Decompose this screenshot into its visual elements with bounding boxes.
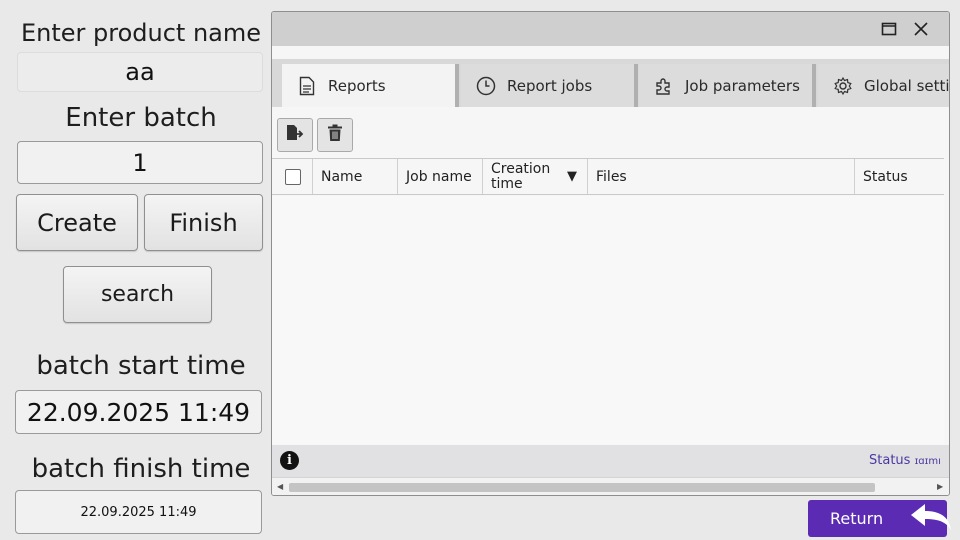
puzzle-icon — [653, 75, 675, 97]
reports-table-header: Name Job name Creation time ▼ Files Stat… — [272, 158, 944, 195]
tab-report-jobs-label: Report jobs — [507, 76, 593, 95]
create-button[interactable]: Create — [16, 194, 138, 251]
batch-finish-time-field[interactable]: 22.09.2025 11:49 — [15, 490, 262, 534]
batch-finish-time-label: batch finish time — [31, 454, 251, 484]
tab-bar: Reports Report jobs Job parameters Globa… — [272, 59, 949, 107]
tab-report-jobs[interactable]: Report jobs — [461, 64, 638, 107]
column-name[interactable]: Name — [313, 159, 398, 194]
status-text: Status ɪɑɪmı — [869, 453, 941, 468]
status-bar: i Status ɪɑɪmı — [272, 445, 949, 477]
column-files[interactable]: Files — [588, 159, 855, 194]
batch-field[interactable]: 1 — [17, 141, 263, 184]
horizontal-scrollbar[interactable]: ◀ ▶ — [272, 477, 949, 495]
scrollbar-thumb[interactable] — [289, 483, 875, 492]
finish-button[interactable]: Finish — [144, 194, 263, 251]
column-creation-time-label: Creation time — [491, 160, 551, 192]
product-name-field[interactable]: aa — [17, 52, 263, 92]
window-titlebar — [272, 12, 949, 46]
product-name-label: Enter product name — [20, 19, 262, 47]
clock-icon — [475, 75, 497, 97]
tab-reports-label: Reports — [328, 76, 386, 95]
trash-icon — [327, 124, 343, 146]
search-button[interactable]: search — [63, 266, 212, 323]
scroll-left-icon[interactable]: ◀ — [277, 482, 283, 491]
info-icon[interactable]: i — [280, 451, 299, 470]
column-job-name[interactable]: Job name — [398, 159, 483, 194]
tab-job-parameters[interactable]: Job parameters — [639, 64, 816, 107]
batch-start-time-field[interactable]: 22.09.2025 11:49 — [15, 390, 262, 434]
tab-global-settings[interactable]: Global setti — [818, 64, 950, 107]
column-status[interactable]: Status — [855, 159, 944, 194]
return-arrow-icon — [909, 502, 953, 536]
reports-table-body — [272, 196, 944, 444]
export-report-button[interactable] — [277, 118, 313, 152]
sort-descending-icon: ▼ — [567, 169, 577, 184]
delete-button[interactable] — [317, 118, 353, 152]
batch-label: Enter batch — [65, 103, 217, 133]
tab-global-settings-label: Global setti — [864, 76, 950, 95]
status-value: ɪɑɪmı — [914, 456, 941, 467]
return-button[interactable]: Return — [808, 500, 952, 537]
column-creation-time[interactable]: Creation time ▼ — [483, 159, 588, 194]
status-label: Status — [869, 453, 911, 468]
export-report-icon — [285, 124, 305, 146]
maximize-icon[interactable] — [880, 20, 898, 38]
close-icon[interactable] — [912, 20, 930, 38]
report-window: Reports Report jobs Job parameters Globa… — [271, 11, 950, 496]
scroll-right-icon[interactable]: ▶ — [937, 482, 943, 491]
tab-job-parameters-label: Job parameters — [685, 76, 800, 95]
gear-icon — [832, 75, 854, 97]
select-all-cell — [272, 159, 313, 194]
batch-start-time-label: batch start time — [36, 351, 246, 381]
left-panel: Enter product name aa Enter batch 1 Crea… — [0, 0, 272, 540]
select-all-checkbox[interactable] — [285, 168, 301, 185]
document-icon — [296, 75, 318, 97]
return-label: Return — [830, 509, 884, 528]
tab-reports[interactable]: Reports — [282, 64, 459, 107]
